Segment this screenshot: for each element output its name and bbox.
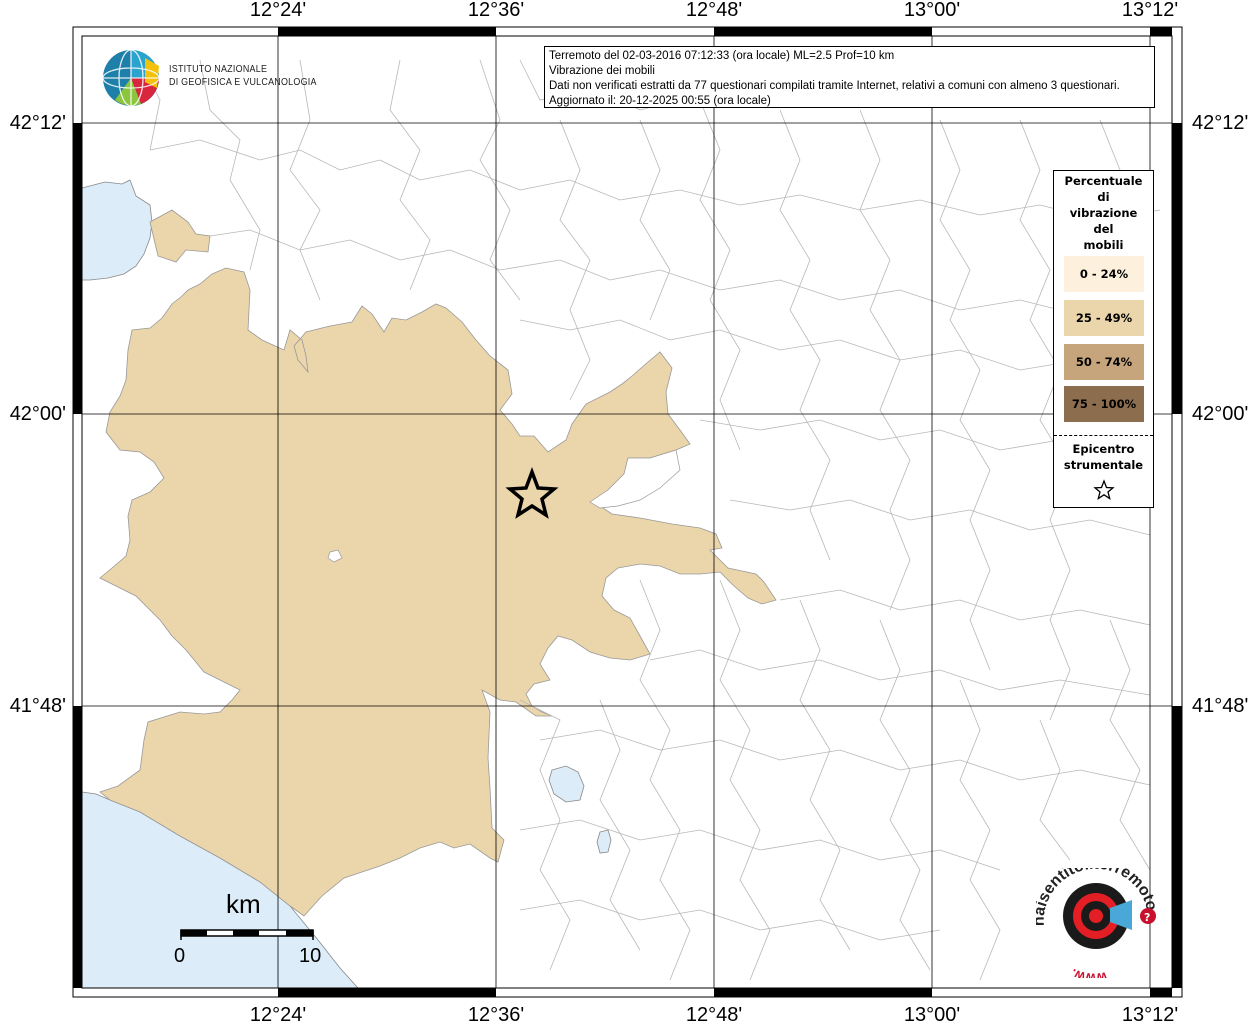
update-time: Aggiornato il: 20-12-2025 00:55 (ora loc… [549,95,771,107]
event-info-box: Terremoto del 02-03-2016 07:12:33 (ora l… [544,46,1155,108]
badge-url: www. [1068,966,1108,978]
lat-label-left: 41°48' [9,695,66,717]
legend-epicenter-line: strumentale [1063,458,1144,472]
legend-swatch-50-74: 50 - 74% [1064,344,1144,380]
legend-title-line: del [1093,222,1114,236]
lon-label-bottom: 12°24' [249,1004,307,1026]
institute-line1: ISTITUTO NAZIONALE [169,63,268,75]
legend-title: Percentuale di vibrazione del mobili [1054,173,1153,253]
legend-swatch-25-49: 25 - 49% [1064,300,1144,336]
legend-swatch-0-24: 0 - 24% [1064,256,1144,292]
institute-name: ISTITUTO NAZIONALE DI GEOFISICA E VULCAN… [169,63,317,89]
scale-min-label: 0 [174,945,186,967]
lat-label-right: 42°00' [1192,403,1249,425]
lon-label-bottom: 13°12' [1121,1004,1179,1026]
ingv-globe-logo [102,49,160,107]
lon-label-top: 12°36' [467,0,525,21]
svg-text:www.: www. [1068,966,1108,978]
legend-title-line: Percentuale [1064,174,1143,188]
haisentito-logo: haisentitoilterremoto.it www. ? [1036,868,1160,978]
lon-label-top: 13°12' [1121,0,1179,21]
legend-epicenter-title: Epicentro strumentale [1054,441,1153,473]
map-subject: Vibrazione dei mobili [549,65,655,77]
lon-label-top: 12°48' [685,0,743,21]
scale-unit: km [226,889,261,919]
legend: Percentuale di vibrazione del mobili 0 -… [1053,170,1154,508]
lat-label-left: 42°00' [9,403,66,425]
lon-label-bottom: 12°36' [467,1004,525,1026]
legend-epicenter-line: Epicentro [1072,442,1135,456]
institute-line2: DI GEOFISICA E VULCANOLOGIA [169,76,317,88]
legend-title-line: mobili [1083,238,1124,252]
legend-title-line: vibrazione [1069,206,1138,220]
lon-label-top: 12°24' [249,0,307,21]
event-title: Terremoto del 02-03-2016 07:12:33 (ora l… [549,50,895,62]
legend-swatch-75-100: 75 - 100% [1064,386,1144,422]
scale-max-label: 10 [299,945,322,967]
lon-label-bottom: 12°48' [685,1004,743,1026]
data-note: Dati non verificati estratti da 77 quest… [549,80,1120,92]
lat-label-right: 42°12' [1192,112,1249,134]
lat-label-left: 42°12' [9,112,66,134]
legend-separator [1054,435,1153,436]
lon-label-top: 13°00' [903,0,961,21]
legend-star-icon [1093,479,1115,500]
svg-text:?: ? [1144,911,1150,924]
lon-label-bottom: 13°00' [903,1004,961,1026]
lat-label-right: 41°48' [1192,695,1249,717]
legend-title-line: di [1097,190,1110,204]
